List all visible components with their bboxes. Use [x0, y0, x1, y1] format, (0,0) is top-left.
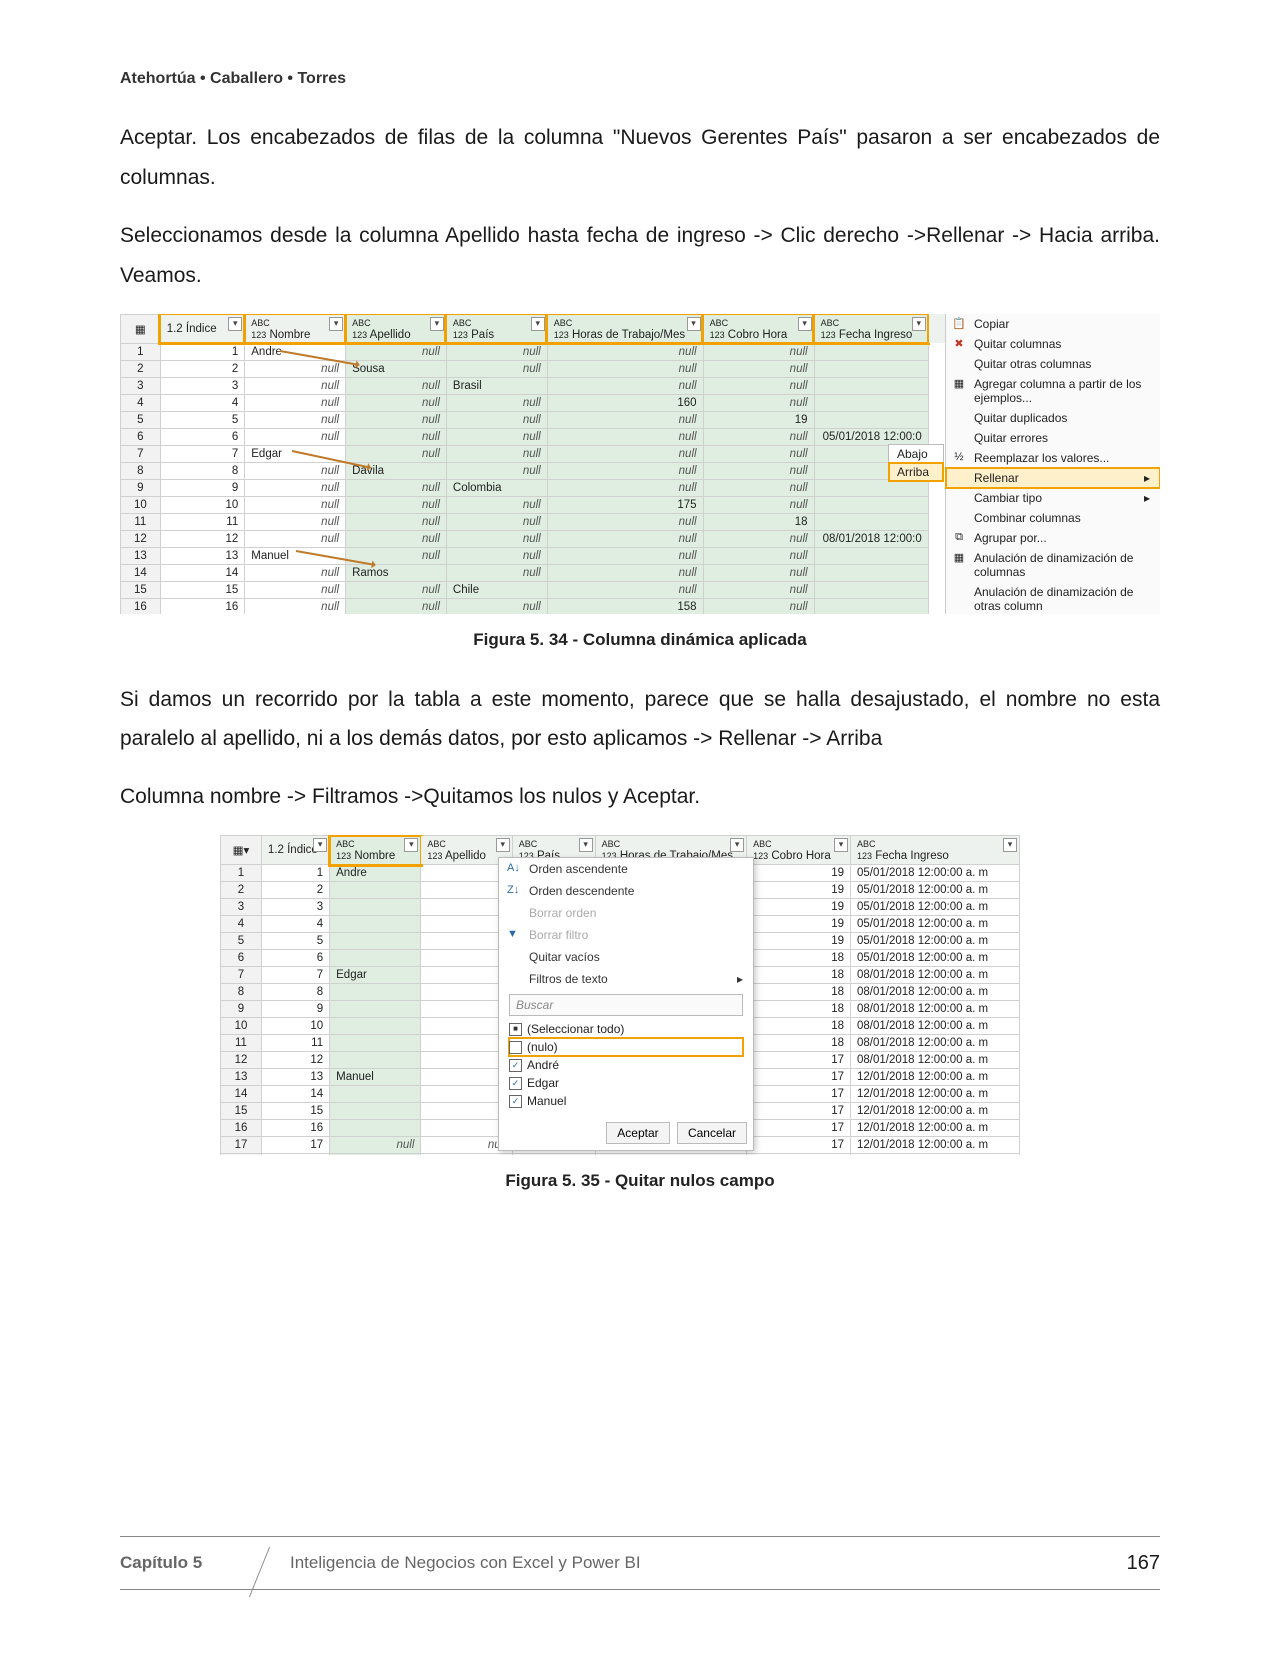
ctx-cambiar-tipo[interactable]: Cambiar tipo▸	[946, 488, 1160, 508]
ctx-icon: ▦	[952, 551, 966, 565]
ctx-quitar-columnas[interactable]: ✖Quitar columnas	[946, 334, 1160, 354]
col-nombre[interactable]: ABC123 Nombre▾	[245, 314, 346, 343]
col-pais[interactable]: ABC123 País▾	[446, 314, 547, 343]
chk-manuel[interactable]: ✓Manuel	[509, 1092, 743, 1110]
chevron-right-icon: ▸	[1144, 471, 1150, 485]
ctx-icon: ⧉	[952, 531, 966, 545]
chevron-right-icon: ▸	[1144, 491, 1150, 505]
col-cobro[interactable]: ABC123 Cobro Hora▾	[703, 314, 814, 343]
footer-page-number: 167	[1127, 1552, 1160, 1575]
ctx-reemplazar-los-valores-[interactable]: ½Reemplazar los valores...	[946, 448, 1160, 468]
col-apellido[interactable]: ABC123 Apellido▾	[346, 314, 447, 343]
submenu-abajo[interactable]: Abajo	[889, 445, 943, 463]
fill-submenu[interactable]: Abajo Arriba	[888, 444, 944, 482]
context-menu[interactable]: 📋Copiar✖Quitar columnasQuitar otras colu…	[945, 314, 1160, 614]
col-rownum: ▦▾	[221, 836, 262, 865]
fig35-caption: Figura 5. 35 - Quitar nulos campo	[120, 1171, 1160, 1191]
paragraph-2: Seleccionamos desde la columna Apellido …	[120, 216, 1160, 296]
col-cobro[interactable]: ABC123 Cobro Hora▾	[747, 836, 851, 865]
figure-5-34: ▦ 1.2 Índice▾ ABC123 Nombre▾ ABC123 Apel…	[120, 314, 1160, 614]
chk-nulo[interactable]: (nulo)	[509, 1038, 743, 1056]
col-nombre[interactable]: ABC123 Nombre▾	[330, 836, 421, 865]
submenu-arriba[interactable]: Arriba	[889, 463, 943, 481]
page-footer: Capítulo 5 Inteligencia de Negocios con …	[120, 1530, 1160, 1596]
clear-filter-icon: ▼	[507, 928, 518, 940]
text-filters[interactable]: Filtros de texto▸	[499, 968, 753, 990]
ctx-quitar-otras-columnas[interactable]: Quitar otras columnas	[946, 354, 1160, 374]
clear-sort: Borrar orden	[499, 902, 753, 924]
btn-aceptar[interactable]: Aceptar	[606, 1122, 669, 1144]
sort-asc-icon: A↓	[507, 862, 520, 874]
col-horas[interactable]: ABC123 Horas de Trabajo/Mes▾	[547, 314, 703, 343]
col-fecha[interactable]: ABC123 Fecha Ingreso▾	[851, 836, 1020, 865]
paragraph-1: Aceptar. Los encabezados de filas de la …	[120, 118, 1160, 198]
ctx-rellenar[interactable]: Rellenar▸	[946, 468, 1160, 488]
ctx-copiar[interactable]: 📋Copiar	[946, 314, 1160, 334]
ctx-anulaci-n-de-dinamizaci-[interactable]: Anulación de dinamización de otras colum…	[946, 582, 1160, 614]
ctx-icon: ▦	[952, 377, 966, 391]
ctx-anulaci-n-de-dinamizaci-[interactable]: ▦Anulación de dinamización de columnas	[946, 548, 1160, 582]
footer-chapter: Capítulo 5	[120, 1553, 260, 1573]
paragraph-3: Si damos un recorrido por la tabla a est…	[120, 680, 1160, 760]
btn-cancelar[interactable]: Cancelar	[677, 1122, 747, 1144]
col-indice[interactable]: 1.2 Índice▾	[160, 314, 245, 343]
ctx-quitar-duplicados[interactable]: Quitar duplicados	[946, 408, 1160, 428]
ctx-combinar-columnas[interactable]: Combinar columnas	[946, 508, 1160, 528]
ctx-icon: 📋	[952, 317, 966, 331]
ctx-icon: ✖	[952, 337, 966, 351]
filter-panel[interactable]: A↓Orden ascendente Z↓Orden descendente B…	[498, 857, 754, 1151]
figure-5-35: ▦▾ 1.2 Índice▾ ABC123 Nombre▾ ABC123 Ape…	[220, 835, 1020, 1155]
sort-desc[interactable]: Z↓Orden descendente	[499, 880, 753, 902]
remove-empty[interactable]: Quitar vacíos	[499, 946, 753, 968]
table-row[interactable]: 1818nullnullnullnullnull12/01/2018 12:00…	[221, 1154, 1020, 1156]
col-indice[interactable]: 1.2 Índice▾	[261, 836, 329, 865]
clear-filter: ▼Borrar filtro	[499, 924, 753, 946]
ctx-agrupar-por-[interactable]: ⧉Agrupar por...	[946, 528, 1160, 548]
sort-desc-icon: Z↓	[507, 884, 519, 896]
filter-search[interactable]: Buscar	[509, 994, 743, 1016]
chk-andré[interactable]: ✓André	[509, 1056, 743, 1074]
ctx-icon: ½	[952, 451, 966, 465]
chk-edgar[interactable]: ✓Edgar	[509, 1074, 743, 1092]
page-header: Atehortúa • Caballero • Torres	[120, 0, 1160, 88]
chk-select-all[interactable]: (Seleccionar todo)	[509, 1020, 743, 1038]
paragraph-4: Columna nombre -> Filtramos ->Quitamos l…	[120, 777, 1160, 817]
fig34-caption: Figura 5. 34 - Columna dinámica aplicada	[120, 630, 1160, 650]
sort-asc[interactable]: A↓Orden ascendente	[499, 858, 753, 880]
ctx-quitar-errores[interactable]: Quitar errores	[946, 428, 1160, 448]
ctx-agregar-columna-a-partir[interactable]: ▦Agregar columna a partir de los ejemplo…	[946, 374, 1160, 408]
col-fecha[interactable]: ABC123 Fecha Ingreso▾	[814, 314, 928, 343]
footer-title: Inteligencia de Negocios con Excel y Pow…	[260, 1553, 1127, 1573]
col-rownum: ▦	[121, 314, 161, 343]
